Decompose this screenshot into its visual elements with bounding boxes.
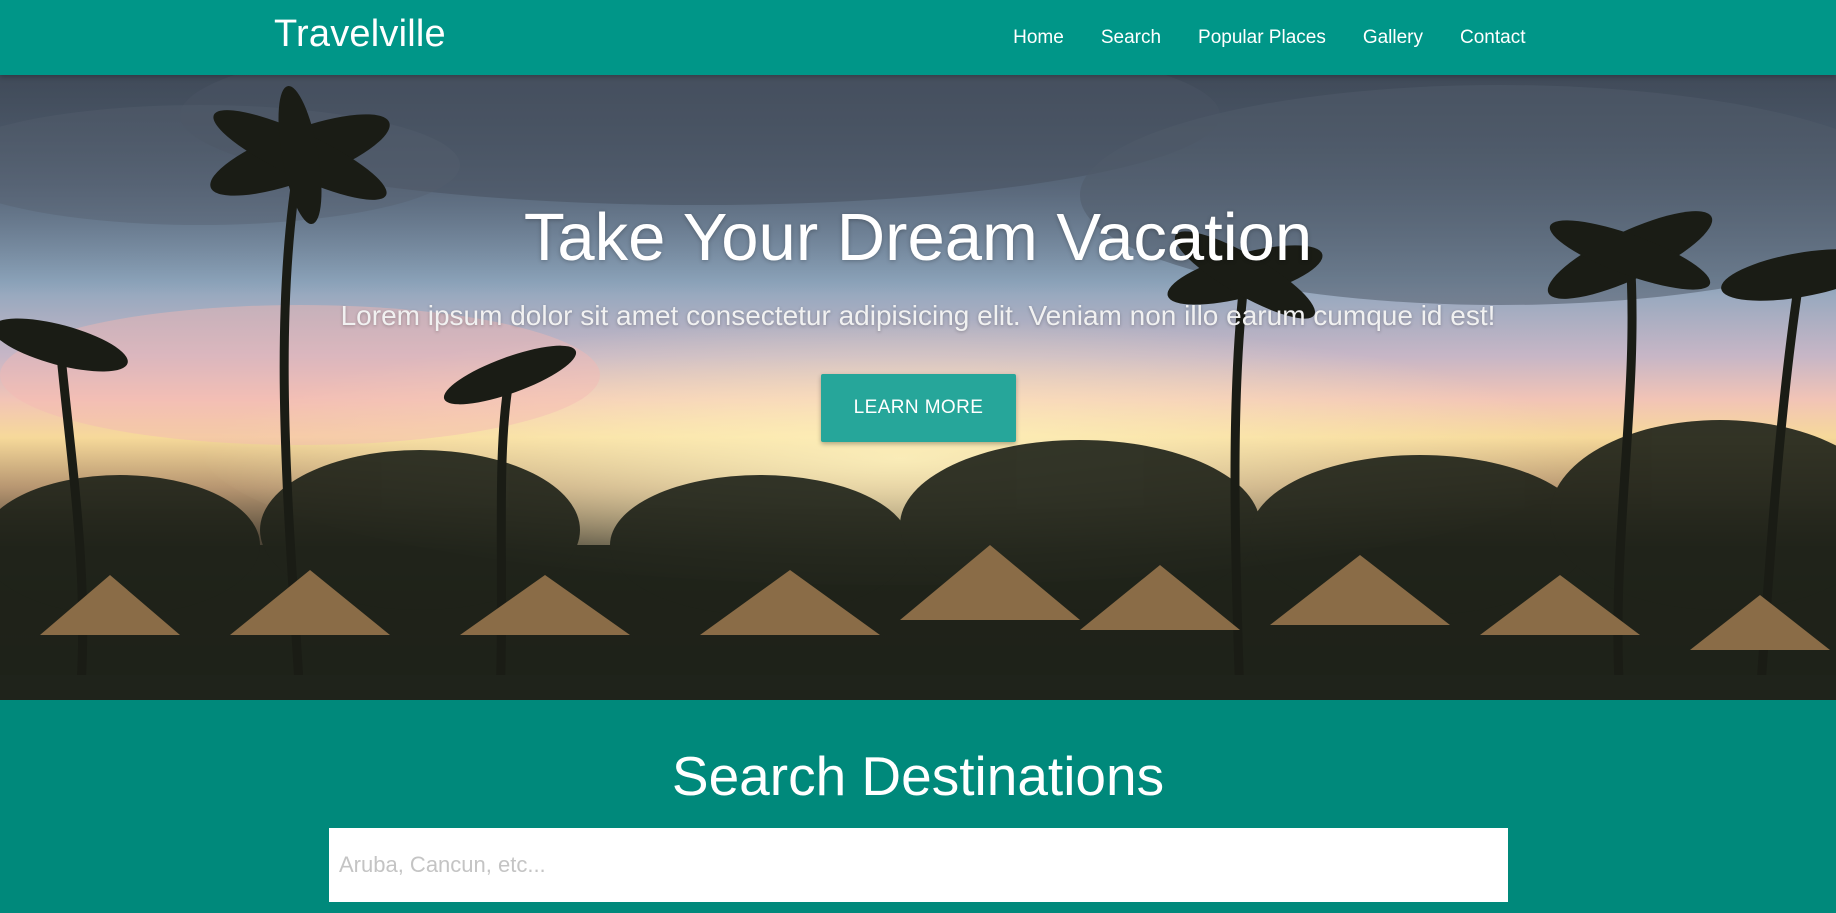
nav-item-contact: Contact — [1442, 4, 1544, 72]
hero-section: Take Your Dream Vacation Lorem ipsum dol… — [0, 75, 1836, 700]
nav-link-contact[interactable]: Contact — [1442, 4, 1544, 72]
learn-more-button[interactable]: LEARN MORE — [821, 374, 1016, 442]
nav-item-home: Home — [995, 4, 1083, 72]
search-input[interactable] — [329, 828, 1508, 902]
hero-title: Take Your Dream Vacation — [523, 200, 1313, 275]
nav-link-popular-places[interactable]: Popular Places — [1180, 4, 1345, 72]
search-title: Search Destinations — [671, 745, 1165, 807]
nav-item-popular-places: Popular Places — [1180, 4, 1345, 72]
nav-item-search: Search — [1082, 4, 1179, 72]
nav-link-home[interactable]: Home — [995, 4, 1083, 72]
nav-links: Home Search Popular Places Gallery Conta… — [995, 0, 1544, 75]
hero-subtitle: Lorem ipsum dolor sit amet consectetur a… — [340, 300, 1496, 331]
nav-item-gallery: Gallery — [1344, 4, 1441, 72]
brand-logo[interactable]: Travelville — [274, 0, 446, 75]
navbar: Travelville Home Search Popular Places G… — [0, 0, 1836, 75]
nav-link-gallery[interactable]: Gallery — [1344, 4, 1441, 72]
search-section: Search Destinations — [0, 700, 1836, 913]
nav-link-search[interactable]: Search — [1082, 4, 1179, 72]
